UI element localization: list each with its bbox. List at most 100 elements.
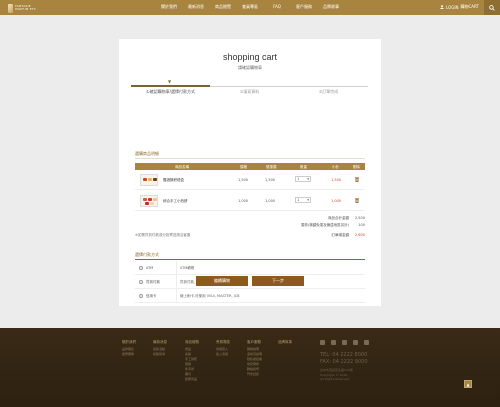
footer-heading[interactable]: 品牌故事 — [278, 340, 292, 345]
continue-shopping-button[interactable]: 繼續購物 — [196, 276, 248, 286]
radio-button[interactable] — [139, 266, 143, 270]
col-product-name: 商品名稱 — [175, 164, 189, 169]
search-button[interactable] — [484, 0, 500, 15]
footer-heading[interactable]: 關於我們 — [122, 340, 136, 345]
col-quantity: 數量 — [300, 164, 307, 169]
product-price: 1,500 — [238, 178, 249, 182]
page-title: shopping cart — [222, 52, 278, 62]
order-total-label: 訂單總金額 — [331, 233, 350, 237]
address-block: 台中市西區民生路100號 Copyright © 2016 All Rights… — [320, 368, 353, 382]
col-price: 價格 — [240, 164, 247, 169]
fax: FAX: 04 2222 9000 — [320, 359, 368, 365]
cart-section-rule — [135, 158, 365, 159]
instagram-icon[interactable] — [353, 340, 358, 345]
next-step-button[interactable]: 下一步 — [252, 276, 304, 286]
cart-table-header: 商品名稱 價格 優惠價 數量 小計 刪除 — [135, 163, 365, 170]
rights-line: All Rights Reserved. — [320, 377, 351, 381]
footer-column-news: 最新消息 最新活動 媒體報導 — [153, 340, 167, 357]
footer-link[interactable]: 媒體報導 — [153, 352, 167, 357]
footer-heading[interactable]: 會員專區 — [216, 340, 230, 345]
nav-item-members[interactable]: 會員專區 — [239, 4, 261, 10]
cart-section-title: 選購商品明細 — [135, 151, 159, 156]
product-name[interactable]: 綜合手工小西餅 — [163, 199, 188, 204]
payment-option-credit-card[interactable]: 信用卡 線上刷卡,可使用 VISA, MASTER, JCB — [135, 289, 365, 303]
steps-progress — [131, 85, 210, 87]
nav-item-news[interactable]: 最新消息 — [185, 4, 207, 10]
order-total-value: 2,600 — [354, 233, 365, 237]
facebook-icon[interactable] — [320, 340, 325, 345]
product-price: 1,000 — [238, 199, 249, 203]
arrow-up-icon: ▲ — [466, 381, 470, 387]
footer-heading[interactable]: 商品總覽 — [185, 340, 199, 345]
search-icon — [489, 4, 495, 11]
footer-column-story: 品牌故事 — [278, 340, 292, 347]
nav-item-faq[interactable]: FAQ — [266, 4, 288, 10]
summary-value: 100 — [358, 223, 365, 227]
google-plus-icon[interactable] — [342, 340, 347, 345]
col-subtotal: 小計 — [332, 164, 339, 169]
nav-item-products[interactable]: 商品總覽 — [212, 4, 234, 10]
cart-row: 醒酒酥餅禮盒 1,500 1,500 1 ▾ 1,500 — [135, 170, 365, 190]
site-footer: 關於我們 品牌理念 經營團隊 最新消息 最新活動 媒體報導 商品總覽 禮盒 喜餅… — [0, 328, 500, 407]
radio-button[interactable] — [139, 280, 143, 284]
footer-heading[interactable]: 客戶服務 — [247, 340, 262, 345]
product-sale-price: 1,500 — [265, 178, 276, 182]
nav-item-service[interactable]: 客戶服務 — [293, 4, 315, 10]
nav-item-about[interactable]: 關於我們 — [158, 4, 180, 10]
footer-link[interactable]: 經營團隊 — [122, 352, 136, 357]
address-line: 台中市西區民生路100號 — [320, 368, 353, 372]
shipping-note: ※如需貨到付款或分批寄送請洽客服 — [135, 233, 191, 237]
chevron-down-icon: ▾ — [307, 198, 309, 202]
top-navbar: FANTASIE PARFUM ETC 關於我們 最新消息 商品總覽 會員專區 … — [0, 0, 500, 15]
col-delete: 刪除 — [353, 164, 360, 169]
product-name[interactable]: 醒酒酥餅禮盒 — [163, 178, 184, 183]
trash-icon[interactable] — [355, 177, 359, 182]
step-order-complete: ③訂單完成 — [318, 89, 339, 94]
payment-option-cod[interactable]: 貨到付款 貨到付款, 限台灣本島宅配 — [135, 275, 365, 289]
page-subtitle: 請確認購物車 — [238, 65, 262, 70]
product-sale-price: 1,000 — [265, 199, 276, 203]
radio-button[interactable] — [139, 294, 143, 298]
product-thumbnail[interactable] — [140, 174, 158, 186]
cart-panel: shopping cart 請確認購物車 ▼ ①確認購物車/選擇付款方式 ②填寫… — [119, 39, 381, 306]
payment-section-title: 選擇付款方式 — [135, 252, 159, 257]
back-to-top-button[interactable]: ▲ — [464, 380, 472, 388]
payment-section-rule — [135, 259, 365, 260]
footer-column-about: 關於我們 品牌理念 經營團隊 — [122, 340, 136, 357]
nav-item-story[interactable]: 品牌故事 — [320, 4, 342, 10]
brand-logo-mark — [8, 3, 14, 13]
footer-link[interactable]: 加入會員 — [216, 352, 230, 357]
login-link[interactable]: LOGIN — [446, 5, 459, 10]
footer-link[interactable]: 門市資訊 — [247, 372, 262, 377]
step-confirm-cart: ①確認購物車/選擇付款方式 — [146, 89, 195, 94]
footer-heading[interactable]: 最新消息 — [153, 340, 167, 345]
cart-link[interactable]: 購物CART — [461, 4, 479, 10]
product-thumbnail[interactable] — [140, 195, 158, 207]
footer-column-service: 客戶服務 購物說明 退換貨說明 隱私權政策 常見問題 聯絡我們 門市資訊 — [247, 340, 262, 377]
social-links — [320, 340, 369, 345]
twitter-icon[interactable] — [331, 340, 336, 345]
brand-subtitle: PARFUM ETC — [15, 7, 36, 11]
step-fill-info: ②填寫資料 — [239, 89, 260, 94]
chevron-down-icon: ▾ — [307, 177, 309, 181]
summary-value: 2,500 — [354, 216, 365, 220]
payment-name: ATM — [146, 266, 154, 270]
quantity-value: 1 — [297, 177, 300, 181]
footer-link[interactable]: 節慶商品 — [185, 377, 199, 382]
summary-label: 運費(滿額免運及偏遠地區另計) — [300, 223, 349, 227]
current-step-marker-icon: ▼ — [168, 79, 172, 84]
product-subtotal: 1,500 — [331, 178, 342, 182]
youtube-icon[interactable] — [364, 340, 369, 345]
payment-description: ATM轉帳 — [180, 266, 195, 270]
trash-icon[interactable] — [355, 198, 359, 203]
payment-description: 線上刷卡,可使用 VISA, MASTER, JCB — [180, 294, 240, 298]
payment-name: 貨到付款 — [146, 280, 160, 284]
quantity-select[interactable]: 1 ▾ — [295, 197, 311, 203]
payment-option-atm[interactable]: ATM ATM轉帳 — [135, 261, 365, 275]
payment-name: 信用卡 — [146, 294, 157, 298]
product-subtotal: 1,000 — [331, 199, 342, 203]
quantity-select[interactable]: 1 ▾ — [295, 176, 311, 182]
summary-label: 商品合計金額 — [328, 216, 349, 220]
cart-row: 綜合手工小西餅 1,000 1,000 1 ▾ 1,000 — [135, 191, 365, 211]
brand-logo[interactable]: FANTASIE PARFUM ETC — [8, 3, 36, 13]
